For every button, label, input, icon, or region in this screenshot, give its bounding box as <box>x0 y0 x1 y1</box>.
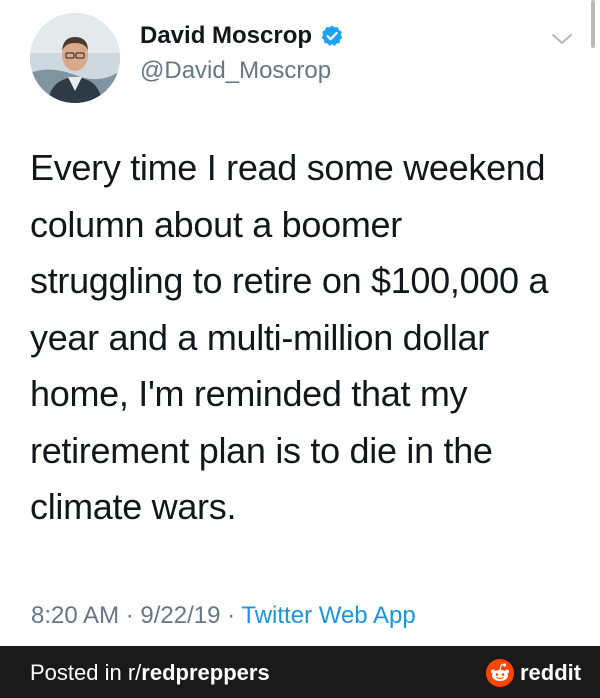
author-name-text[interactable]: David Moscrop <box>140 22 312 50</box>
reddit-logo-icon <box>486 659 514 687</box>
subreddit-prefix: r/ <box>127 660 142 685</box>
scrollbar[interactable] <box>591 0 595 48</box>
chevron-down-icon[interactable] <box>550 31 574 47</box>
tweet-meta: 8:20 AM · 9/22/19 · Twitter Web App <box>31 602 416 630</box>
avatar-photo <box>30 13 120 103</box>
tweet-time[interactable]: 8:20 AM <box>31 602 119 629</box>
tweet-date[interactable]: 9/22/19 <box>140 602 220 629</box>
verified-badge-icon <box>320 24 344 48</box>
meta-separator: · <box>125 602 134 629</box>
reddit-brand-text: reddit <box>520 660 582 685</box>
meta-separator: · <box>227 602 236 629</box>
avatar[interactable] <box>30 13 120 103</box>
tweet-source-link[interactable]: Twitter Web App <box>241 602 415 629</box>
posted-prefix: Posted in <box>30 660 128 685</box>
subreddit-link[interactable]: redpreppers <box>141 660 269 685</box>
tweet-card: David Moscrop @David_Moscrop Every time … <box>0 0 600 646</box>
author-handle[interactable]: @David_Moscrop <box>140 57 331 85</box>
reddit-badge[interactable]: reddit <box>486 659 581 687</box>
reddit-footer: Posted in r/redpreppers reddit <box>0 646 600 698</box>
tweet-text: Every time I read some weekend column ab… <box>30 147 549 527</box>
author-name[interactable]: David Moscrop <box>140 22 344 50</box>
posted-in-label: Posted in r/redpreppers <box>30 660 270 686</box>
